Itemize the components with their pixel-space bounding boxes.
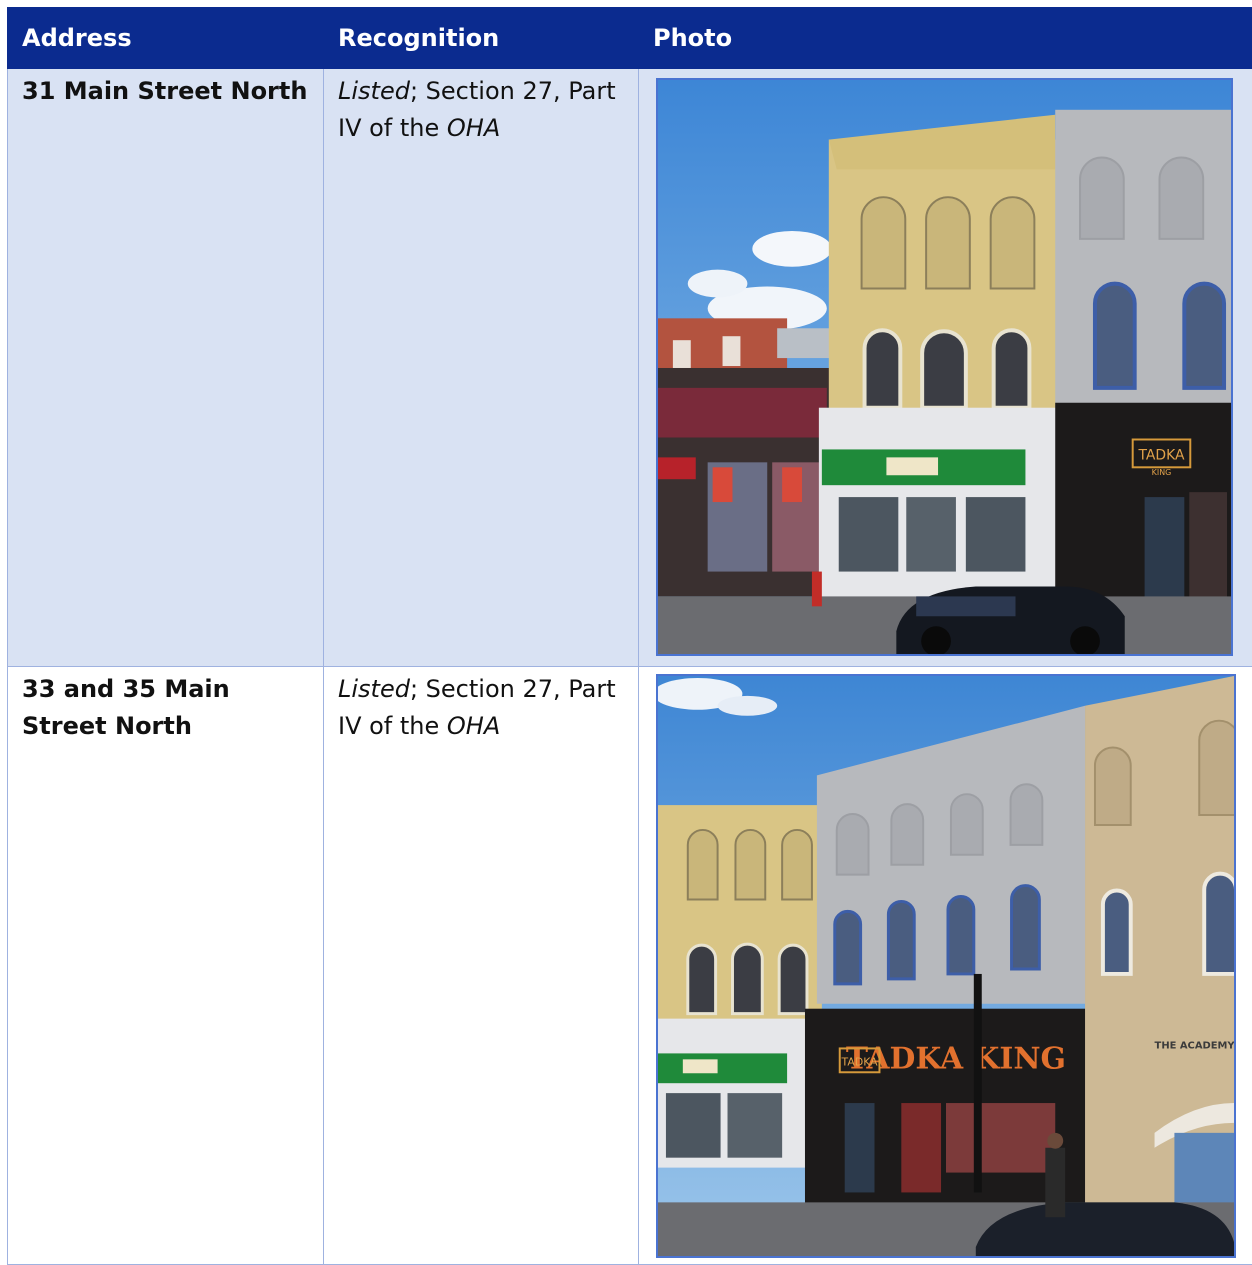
building-photo: THE ACADEMY O TADKA KING TADKA — [656, 674, 1236, 1258]
address-cell: 31 Main Street North — [8, 69, 324, 667]
recognition-act: OHA — [447, 114, 500, 142]
sign-king-text: KING — [1152, 468, 1172, 477]
address-text: 33 and 35 Main Street North — [8, 667, 323, 745]
photo-cell: TADKA KING — [639, 69, 1252, 667]
recognition-text: Listed; Section 27, Part IV of the OHA — [324, 667, 638, 745]
heritage-properties-table: Address Recognition Photo 31 Main Street… — [7, 7, 1252, 1265]
building-photo-image: TADKA KING — [658, 80, 1231, 654]
sign-academy-text: THE ACADEMY O — [1155, 1040, 1234, 1051]
recognition-status: Listed — [338, 77, 410, 105]
photo-cell: THE ACADEMY O TADKA KING TADKA — [639, 667, 1252, 1265]
sign-tadka-text: TADKA — [1137, 447, 1184, 463]
recognition-status: Listed — [338, 675, 410, 703]
sign-tadka-small-text: TADKA — [841, 1055, 879, 1068]
building-photo: TADKA KING — [656, 78, 1233, 656]
address-text: 31 Main Street North — [8, 69, 323, 110]
table-row: 33 and 35 Main Street North Listed; Sect… — [8, 667, 1252, 1265]
recognition-act: OHA — [447, 712, 500, 740]
recognition-text: Listed; Section 27, Part IV of the OHA — [324, 69, 638, 147]
recognition-cell: Listed; Section 27, Part IV of the OHA — [324, 667, 639, 1265]
table-row: 31 Main Street North Listed; Section 27,… — [8, 69, 1252, 667]
recognition-cell: Listed; Section 27, Part IV of the OHA — [324, 69, 639, 667]
header-address: Address — [8, 8, 324, 69]
building-photo-image: THE ACADEMY O TADKA KING TADKA — [658, 676, 1234, 1256]
table-header-row: Address Recognition Photo — [8, 8, 1252, 69]
header-recognition: Recognition — [324, 8, 639, 69]
header-photo: Photo — [639, 8, 1252, 69]
address-cell: 33 and 35 Main Street North — [8, 667, 324, 1265]
